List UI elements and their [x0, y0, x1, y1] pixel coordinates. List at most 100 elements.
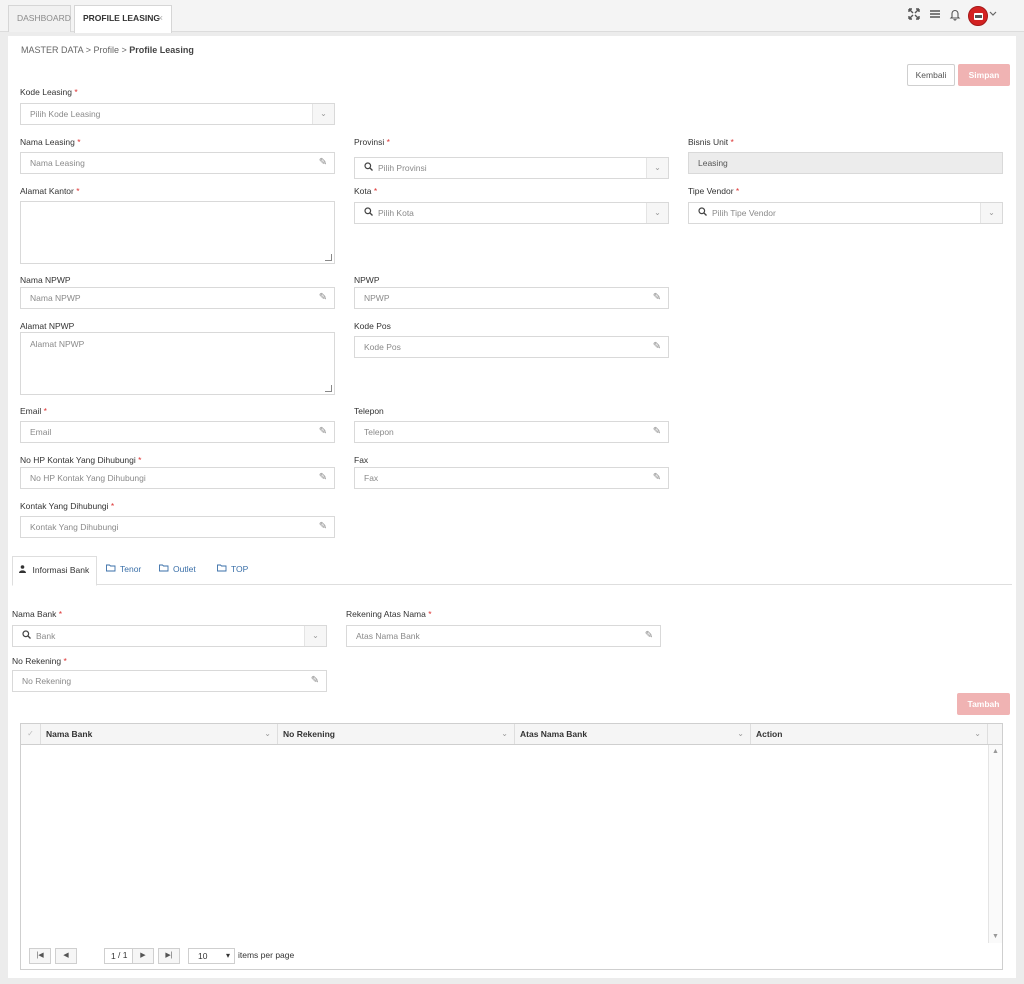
pencil-icon: ✎	[318, 472, 328, 483]
nama-leasing-field[interactable]: Nama Leasing ✎	[20, 152, 335, 174]
nama-leasing-label: Nama Leasing *	[20, 137, 81, 147]
last-page-icon[interactable]: ▶|	[158, 948, 180, 964]
tipe-vendor-label: Tipe Vendor *	[688, 186, 740, 196]
telepon-label: Telepon	[354, 406, 384, 416]
bisnis-unit-label: Bisnis Unit *	[688, 137, 734, 147]
nama-leasing-placeholder: Nama Leasing	[30, 158, 85, 168]
kontak-label: Kontak Yang Dihubungi *	[20, 501, 115, 511]
telepon-placeholder: Telepon	[364, 427, 394, 437]
pencil-icon: ✎	[310, 675, 320, 686]
tab-informasi-bank[interactable]: Informasi Bank	[12, 556, 97, 586]
kota-label: Kota *	[354, 186, 378, 196]
avatar[interactable]	[968, 6, 988, 26]
alamat-kantor-textarea[interactable]	[20, 201, 335, 264]
pencil-icon: ✎	[644, 630, 654, 641]
search-icon	[364, 158, 374, 178]
provinsi-placeholder: Pilih Provinsi	[378, 163, 427, 173]
provinsi-label: Provinsi *	[354, 137, 390, 147]
vertical-scrollbar[interactable]: ▲ ▼	[988, 745, 1002, 943]
npwp-placeholder: NPWP	[364, 293, 390, 303]
prev-page-icon[interactable]: ◀	[55, 948, 77, 964]
kontak-field[interactable]: Kontak Yang Dihubungi ✎	[20, 516, 335, 538]
alamat-npwp-placeholder: Alamat NPWP	[30, 339, 85, 349]
kode-pos-label: Kode Pos	[354, 321, 391, 331]
search-icon	[22, 626, 32, 646]
tab-outlet-label: Outlet	[173, 564, 196, 574]
chevron-down-icon: ⌄	[264, 729, 271, 738]
nama-npwp-label: Nama NPWP	[20, 275, 71, 285]
tab-tenor-label: Tenor	[120, 564, 142, 574]
bank-table: ✓ Nama Bank ⌄ No Rekening ⌄ Atas Nama Bank…	[20, 723, 1003, 970]
no-rekening-placeholder: No Rekening	[22, 676, 72, 686]
rekening-atas-nama-field[interactable]: Atas Nama Bank ✎	[346, 625, 661, 647]
folder-icon	[217, 564, 227, 574]
fax-field[interactable]: Fax ✎	[354, 467, 669, 489]
tab-profile-leasing[interactable]: PROFILE LEASING ×	[74, 5, 172, 33]
breadcrumb-root[interactable]: MASTER DATA	[21, 45, 83, 55]
kode-leasing-select[interactable]: Pilih Kode Leasing ⌄	[20, 103, 335, 125]
select-all-checkbox-icon[interactable]: ✓	[21, 724, 40, 744]
items-per-page-label: items per page	[238, 950, 295, 960]
breadcrumb-profile[interactable]: Profile	[93, 45, 119, 55]
chevron-down-icon: ⌄	[646, 203, 668, 223]
back-button[interactable]: Kembali	[907, 64, 955, 86]
kode-leasing-label: Kode Leasing *	[20, 87, 78, 97]
scroll-up-icon[interactable]: ▲	[989, 748, 1002, 755]
chevron-down-icon: ⌄	[980, 203, 1002, 223]
tab-outlet[interactable]: Outlet	[153, 556, 202, 585]
column-header-nama-bank[interactable]: Nama Bank ⌄	[40, 724, 277, 744]
email-field[interactable]: Email ✎	[20, 421, 335, 443]
nama-bank-placeholder: Bank	[36, 631, 56, 641]
rekening-atas-nama-label: Rekening Atas Nama *	[346, 609, 432, 619]
provinsi-select[interactable]: Pilih Provinsi ⌄	[354, 157, 669, 179]
tab-dashboard[interactable]: DASHBOARD	[8, 5, 71, 32]
save-button[interactable]: Simpan	[958, 64, 1010, 86]
bisnis-unit-field: Leasing	[688, 152, 1003, 174]
column-header-action[interactable]: Action ⌄	[750, 724, 987, 744]
pencil-icon: ✎	[318, 426, 328, 437]
tab-profile-leasing-label: PROFILE LEASING	[83, 13, 160, 23]
telepon-field[interactable]: Telepon ✎	[354, 421, 669, 443]
pencil-icon: ✎	[652, 426, 662, 437]
pencil-icon: ✎	[318, 292, 328, 303]
page-total: / 1	[118, 950, 128, 960]
nama-bank-select[interactable]: Bank ⌄	[12, 625, 327, 647]
kota-placeholder: Pilih Kota	[378, 208, 414, 218]
chevron-down-icon[interactable]	[988, 8, 998, 22]
pencil-icon: ✎	[652, 341, 662, 352]
menu-icon[interactable]	[928, 8, 942, 22]
column-header-atas-nama-bank[interactable]: Atas Nama Bank ⌄	[514, 724, 750, 744]
nama-npwp-field[interactable]: Nama NPWP ✎	[20, 287, 335, 309]
top-bar: DASHBOARD PROFILE LEASING ×	[0, 0, 1024, 33]
column-header-no-rekening[interactable]: No Rekening ⌄	[277, 724, 514, 744]
first-page-icon[interactable]: |◀	[29, 948, 51, 964]
tab-top[interactable]: TOP	[211, 556, 254, 585]
pager: |◀ ◀ 1 / 1 ▶ ▶| 10 ▾ items per page	[21, 944, 1002, 969]
alamat-npwp-textarea[interactable]: Alamat NPWP	[20, 332, 335, 395]
kota-select[interactable]: Pilih Kota ⌄	[354, 202, 669, 224]
no-rekening-label: No Rekening *	[12, 656, 67, 666]
tab-tenor[interactable]: Tenor	[100, 556, 147, 585]
scroll-down-icon[interactable]: ▼	[989, 933, 1002, 940]
tipe-vendor-select[interactable]: Pilih Tipe Vendor ⌄	[688, 202, 1003, 224]
chevron-down-icon: ⌄	[501, 729, 508, 738]
rekening-atas-nama-placeholder: Atas Nama Bank	[356, 631, 420, 641]
kode-pos-field[interactable]: Kode Pos ✎	[354, 336, 669, 358]
npwp-field[interactable]: NPWP ✎	[354, 287, 669, 309]
fullscreen-icon[interactable]	[907, 8, 921, 22]
next-page-icon[interactable]: ▶	[132, 948, 154, 964]
add-button[interactable]: Tambah	[957, 693, 1010, 715]
fax-placeholder: Fax	[364, 473, 379, 483]
no-rekening-field[interactable]: No Rekening ✎	[12, 670, 327, 692]
bell-icon[interactable]	[948, 8, 962, 22]
fax-label: Fax	[354, 455, 369, 465]
resize-handle-icon[interactable]	[325, 385, 332, 392]
app-root: DASHBOARD PROFILE LEASING × MASTER DATA …	[0, 0, 1024, 984]
chevron-down-icon: ⌄	[312, 104, 334, 124]
nama-npwp-placeholder: Nama NPWP	[30, 293, 81, 303]
no-hp-field[interactable]: No HP Kontak Yang Dihubungi ✎	[20, 467, 335, 489]
tab-close-icon[interactable]: ×	[158, 6, 163, 30]
kontak-placeholder: Kontak Yang Dihubungi	[30, 522, 119, 532]
page-size-select[interactable]: 10 ▾	[188, 948, 235, 964]
resize-handle-icon[interactable]	[325, 254, 332, 261]
